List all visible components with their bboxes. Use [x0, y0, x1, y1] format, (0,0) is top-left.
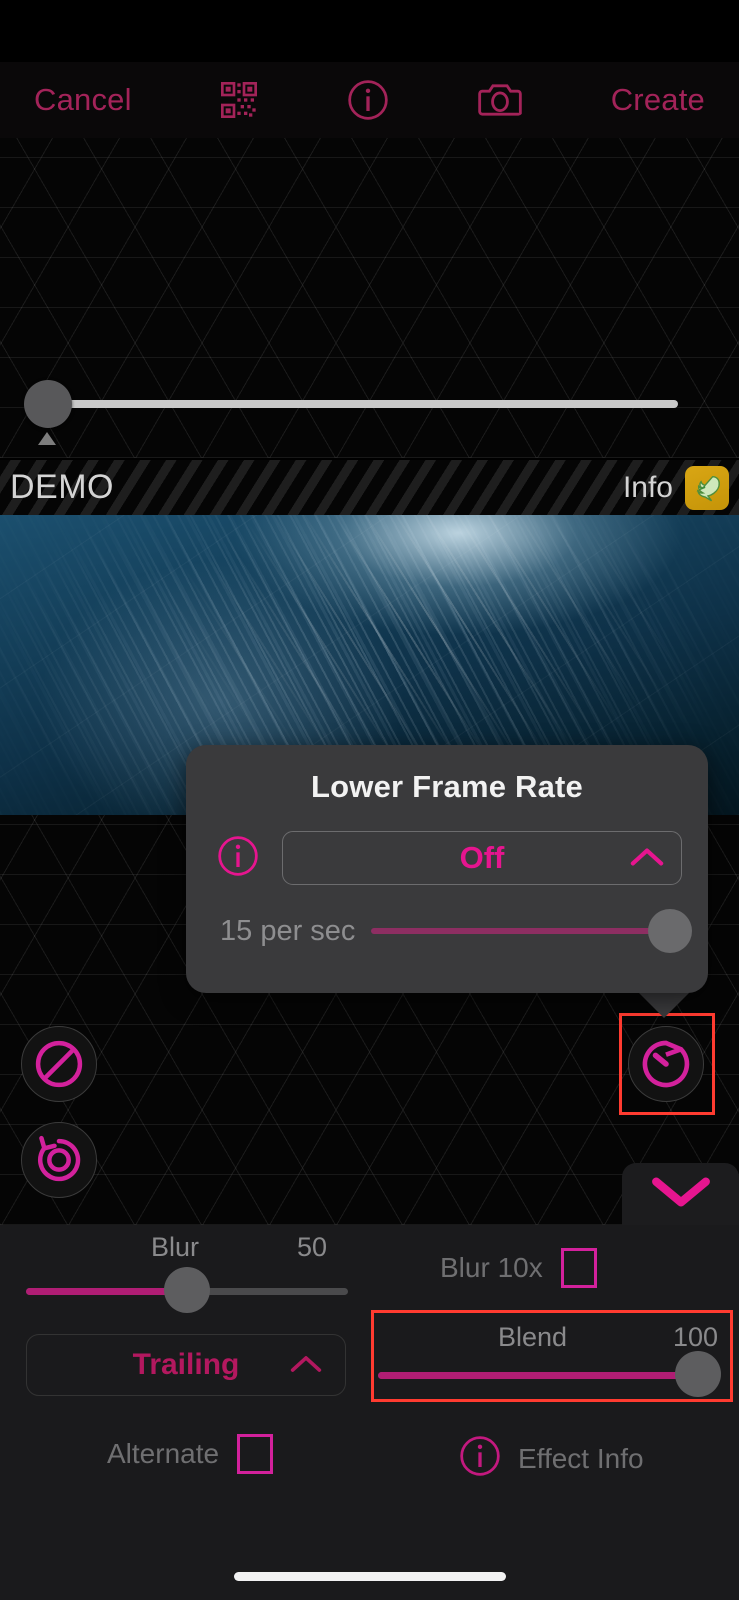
blur-slider-knob[interactable]: [164, 1267, 210, 1313]
demo-banner-right: Info: [623, 465, 729, 510]
prohibition-icon[interactable]: [21, 1026, 97, 1102]
frame-rate-value: Off: [459, 840, 505, 875]
canvas-upper: [0, 138, 739, 458]
timer-icon[interactable]: [628, 1026, 704, 1102]
demo-banner: DEMO Info: [0, 460, 739, 515]
blend-slider-knob[interactable]: [675, 1351, 721, 1397]
blur-10x-row[interactable]: Blur 10x: [440, 1248, 597, 1288]
frame-rate-slider[interactable]: [371, 907, 692, 955]
blur-10x-checkbox[interactable]: [560, 1248, 597, 1288]
blur-10x-label: Blur 10x: [440, 1252, 543, 1283]
qr-code-icon[interactable]: [219, 80, 259, 120]
popover-title: Lower Frame Rate: [311, 769, 583, 804]
blend-slider-fill: [378, 1372, 698, 1379]
app-root: Cancel Create DEMO Info Lower Frame Rate…: [0, 0, 739, 1600]
frame-rate-select[interactable]: Off: [282, 831, 682, 885]
timeline-slider-track[interactable]: [48, 400, 678, 408]
hummingbird-icon[interactable]: [685, 465, 729, 510]
frame-rate-label: 15 per sec: [220, 914, 356, 947]
alternate-label: Alternate: [107, 1438, 220, 1469]
lower-frame-rate-popover: Lower Frame Rate Off 15 per sec: [186, 745, 708, 993]
banner-info-label[interactable]: Info: [623, 471, 673, 505]
popover-select-row: Off: [186, 805, 708, 885]
chevron-up-icon[interactable]: [629, 844, 665, 875]
timeline-marker-icon: [38, 432, 56, 445]
collapse-panel-button[interactable]: [622, 1163, 739, 1225]
blend-label: Blend: [498, 1322, 568, 1352]
popover-info-icon[interactable]: [216, 834, 260, 883]
cancel-button[interactable]: Cancel: [34, 82, 132, 118]
effect-info-label: Effect Info: [518, 1442, 644, 1474]
frame-rate-slider-knob[interactable]: [648, 909, 692, 953]
blur-label: Blur: [151, 1232, 200, 1262]
info-circle-icon[interactable]: [458, 1434, 502, 1483]
undo-circle-icon[interactable]: [21, 1122, 97, 1198]
camera-icon[interactable]: [477, 80, 523, 120]
info-circle-icon[interactable]: [346, 78, 390, 122]
blur-value: 50: [296, 1232, 327, 1262]
status-bar: [0, 0, 739, 62]
alternate-row[interactable]: Alternate: [107, 1434, 274, 1474]
create-button[interactable]: Create: [611, 82, 705, 118]
alternate-checkbox[interactable]: [237, 1434, 274, 1474]
blend-label-row: Blend 100: [386, 1322, 718, 1354]
home-indicator: [234, 1572, 506, 1581]
trailing-mode-select[interactable]: Trailing: [26, 1334, 346, 1396]
chevron-down-icon: [650, 1175, 712, 1214]
blur-label-row: Blur 50: [25, 1232, 349, 1264]
timeline-slider-knob[interactable]: [24, 380, 72, 428]
blur-slider[interactable]: [26, 1267, 348, 1314]
blur-slider-fill: [26, 1288, 187, 1295]
frame-rate-slider-track: [371, 928, 686, 934]
effect-info-row[interactable]: Effect Info: [458, 1434, 644, 1483]
frame-rate-slider-row: 15 per sec: [186, 885, 708, 955]
top-toolbar: Cancel Create: [0, 62, 739, 138]
trailing-mode-value: Trailing: [132, 1348, 240, 1381]
demo-label: DEMO: [10, 468, 114, 506]
blend-value: 100: [672, 1322, 718, 1352]
blend-slider[interactable]: [378, 1351, 721, 1398]
chevron-up-icon[interactable]: [289, 1352, 323, 1381]
